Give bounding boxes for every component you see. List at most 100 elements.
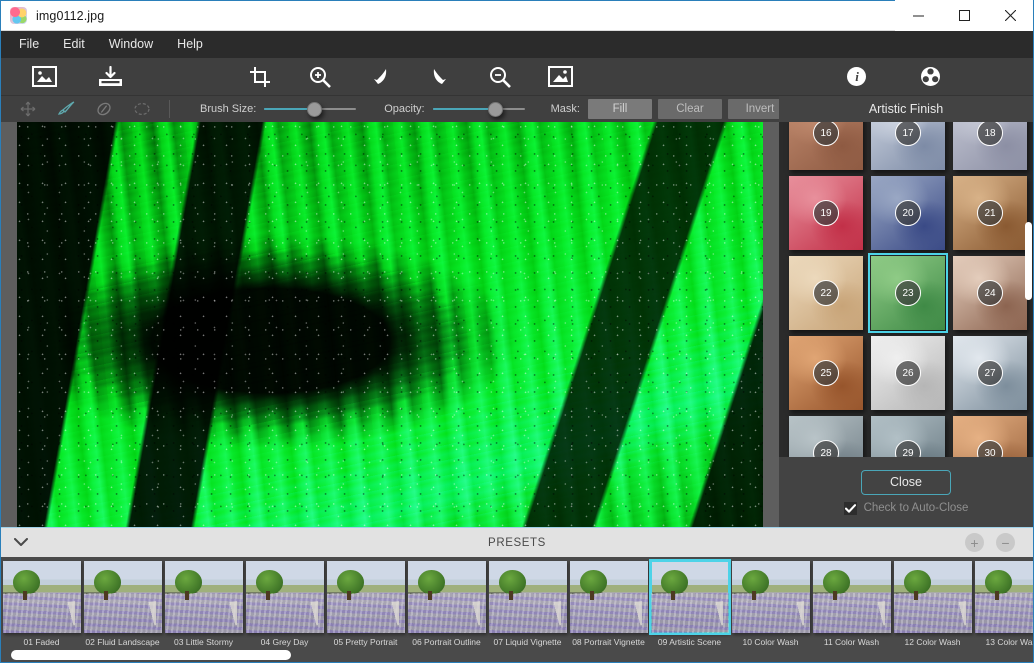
title-bar: img0112.jpg bbox=[1, 0, 1033, 31]
menu-item-file[interactable]: File bbox=[7, 34, 51, 55]
finish-thumbnail[interactable]: 29 bbox=[871, 416, 945, 457]
preset-label: 10 Color Wash bbox=[742, 637, 799, 647]
brush-tool-icon[interactable] bbox=[47, 96, 85, 122]
preset-thumbnail bbox=[812, 561, 891, 633]
menu-item-help[interactable]: Help bbox=[165, 34, 215, 55]
thumbnail-number: 20 bbox=[895, 200, 921, 226]
brush-size-label: Brush Size: bbox=[200, 103, 257, 115]
preset-label: 11 Color Wash bbox=[823, 637, 880, 647]
finish-thumbnail[interactable]: 30 bbox=[953, 416, 1027, 457]
zoom-in-icon[interactable] bbox=[299, 58, 341, 96]
open-image-icon[interactable] bbox=[23, 58, 65, 96]
autoclose-label: Check to Auto-Close bbox=[863, 502, 969, 514]
photo-grain-overlay bbox=[17, 122, 763, 527]
finish-thumbnail[interactable]: 17 bbox=[871, 122, 945, 170]
brush-size-slider[interactable] bbox=[264, 100, 357, 118]
move-tool-icon[interactable] bbox=[9, 96, 47, 122]
preset-item[interactable]: 06 Portrait Outline bbox=[406, 561, 487, 662]
preset-item[interactable]: 08 Portrait Vignette bbox=[568, 561, 649, 662]
preset-thumbnail bbox=[974, 561, 1033, 633]
presets-actions: + − bbox=[965, 533, 1033, 552]
eraser-tool-icon[interactable] bbox=[85, 96, 123, 122]
preset-label: 06 Portrait Outline bbox=[412, 637, 481, 647]
finish-thumbnail[interactable]: 28 bbox=[789, 416, 863, 457]
edited-photo bbox=[17, 122, 763, 527]
settings-icon[interactable] bbox=[909, 58, 951, 96]
finish-thumbnail[interactable]: 26 bbox=[871, 336, 945, 410]
close-button[interactable] bbox=[987, 0, 1033, 31]
preset-item[interactable]: 13 Color Wash bbox=[973, 561, 1033, 662]
preset-label: 03 Little Stormy bbox=[173, 637, 234, 647]
finish-thumbnail[interactable]: 18 bbox=[953, 122, 1027, 170]
menu-item-window[interactable]: Window bbox=[97, 34, 165, 55]
preset-label: 12 Color Wash bbox=[904, 637, 961, 647]
presets-title: PRESETS bbox=[488, 536, 546, 549]
menu-item-edit[interactable]: Edit bbox=[51, 34, 97, 55]
finish-thumbnail[interactable]: 19 bbox=[789, 176, 863, 250]
thumbnail-number: 26 bbox=[895, 360, 921, 386]
finish-thumbnail[interactable]: 16 bbox=[789, 122, 863, 170]
preset-thumbnail bbox=[245, 561, 324, 633]
preset-item[interactable]: 11 Color Wash bbox=[811, 561, 892, 662]
opacity-fill bbox=[432, 108, 495, 110]
preset-item[interactable]: 03 Little Stormy bbox=[163, 561, 244, 662]
info-icon[interactable]: i bbox=[835, 58, 877, 96]
preset-item[interactable]: 10 Color Wash bbox=[730, 561, 811, 662]
finish-thumbnail[interactable]: 27 bbox=[953, 336, 1027, 410]
preset-item[interactable]: 09 Artistic Scene bbox=[648, 559, 731, 662]
vertical-scrollbar[interactable] bbox=[1025, 222, 1032, 300]
preset-thumbnail bbox=[2, 561, 81, 633]
finish-thumbnail[interactable]: 22 bbox=[789, 256, 863, 330]
image-canvas[interactable] bbox=[1, 122, 779, 527]
fit-image-icon[interactable] bbox=[539, 58, 581, 96]
horizontal-scrollbar-track[interactable] bbox=[1, 649, 1033, 661]
preset-item[interactable]: 05 Pretty Portrait bbox=[325, 561, 406, 662]
preset-thumbnail bbox=[569, 561, 648, 633]
thumbnail-number: 29 bbox=[895, 440, 921, 457]
remove-preset-button[interactable]: − bbox=[996, 533, 1015, 552]
application-window: img0112.jpg File Edit Window Help i Brus… bbox=[0, 0, 1034, 663]
finish-thumbnail[interactable]: 23 bbox=[868, 253, 948, 333]
opacity-slider[interactable] bbox=[432, 100, 525, 118]
preset-thumbnail bbox=[326, 561, 405, 633]
main-toolbar: i bbox=[1, 58, 1033, 96]
mask-clear-button[interactable]: Clear bbox=[657, 99, 722, 119]
crop-icon[interactable] bbox=[239, 58, 281, 96]
finish-thumbnail[interactable]: 24 bbox=[953, 256, 1027, 330]
finish-thumbnail[interactable]: 20 bbox=[871, 176, 945, 250]
preset-item[interactable]: 02 Fluid Landscape bbox=[82, 561, 163, 662]
preset-item[interactable]: 12 Color Wash bbox=[892, 561, 973, 662]
autoclose-checkbox[interactable] bbox=[843, 501, 857, 515]
app-logo-icon bbox=[10, 7, 27, 24]
close-panel-button[interactable]: Close bbox=[861, 469, 951, 495]
lasso-tool-icon[interactable] bbox=[123, 96, 161, 122]
preset-item[interactable]: 07 Liquid Vignette bbox=[487, 561, 568, 662]
opacity-thumb[interactable] bbox=[487, 101, 503, 117]
opacity-label: Opacity: bbox=[384, 103, 425, 115]
redo-icon[interactable] bbox=[419, 58, 461, 96]
add-preset-button[interactable]: + bbox=[965, 533, 984, 552]
finish-thumbnail[interactable]: 25 bbox=[789, 336, 863, 410]
thumbnail-scroll-area[interactable]: 16 17 18 19 20 21 22 23 24 25 26 27 28 29 30 bbox=[779, 122, 1033, 457]
brush-size-thumb[interactable] bbox=[307, 101, 323, 117]
thumbnail-number: 18 bbox=[977, 122, 1003, 146]
presets-strip[interactable]: 01 Faded Landscape02 Fluid Landscape 03 L… bbox=[1, 557, 1033, 662]
preset-item[interactable]: 04 Grey Day bbox=[244, 561, 325, 662]
thumbnail-number: 21 bbox=[977, 200, 1003, 226]
presets-list: 01 Faded Landscape02 Fluid Landscape 03 L… bbox=[1, 559, 1033, 662]
finish-thumbnail[interactable]: 21 bbox=[953, 176, 1027, 250]
panel-footer: Close Check to Auto-Close bbox=[779, 457, 1033, 527]
save-image-icon[interactable] bbox=[89, 58, 131, 96]
svg-text:i: i bbox=[855, 69, 859, 84]
preset-label: 08 Portrait Vignette bbox=[572, 637, 645, 647]
maximize-button[interactable] bbox=[941, 0, 987, 31]
mask-fill-button[interactable]: Fill bbox=[587, 99, 652, 119]
preset-item[interactable]: 01 Faded Landscape bbox=[1, 561, 82, 662]
presets-header: PRESETS + − bbox=[1, 527, 1033, 557]
zoom-out-icon[interactable] bbox=[479, 58, 521, 96]
undo-icon[interactable] bbox=[359, 58, 401, 96]
minimize-button[interactable] bbox=[895, 0, 941, 31]
preset-thumbnail bbox=[731, 561, 810, 633]
horizontal-scrollbar[interactable] bbox=[11, 650, 291, 660]
autoclose-row[interactable]: Check to Auto-Close bbox=[843, 501, 969, 515]
